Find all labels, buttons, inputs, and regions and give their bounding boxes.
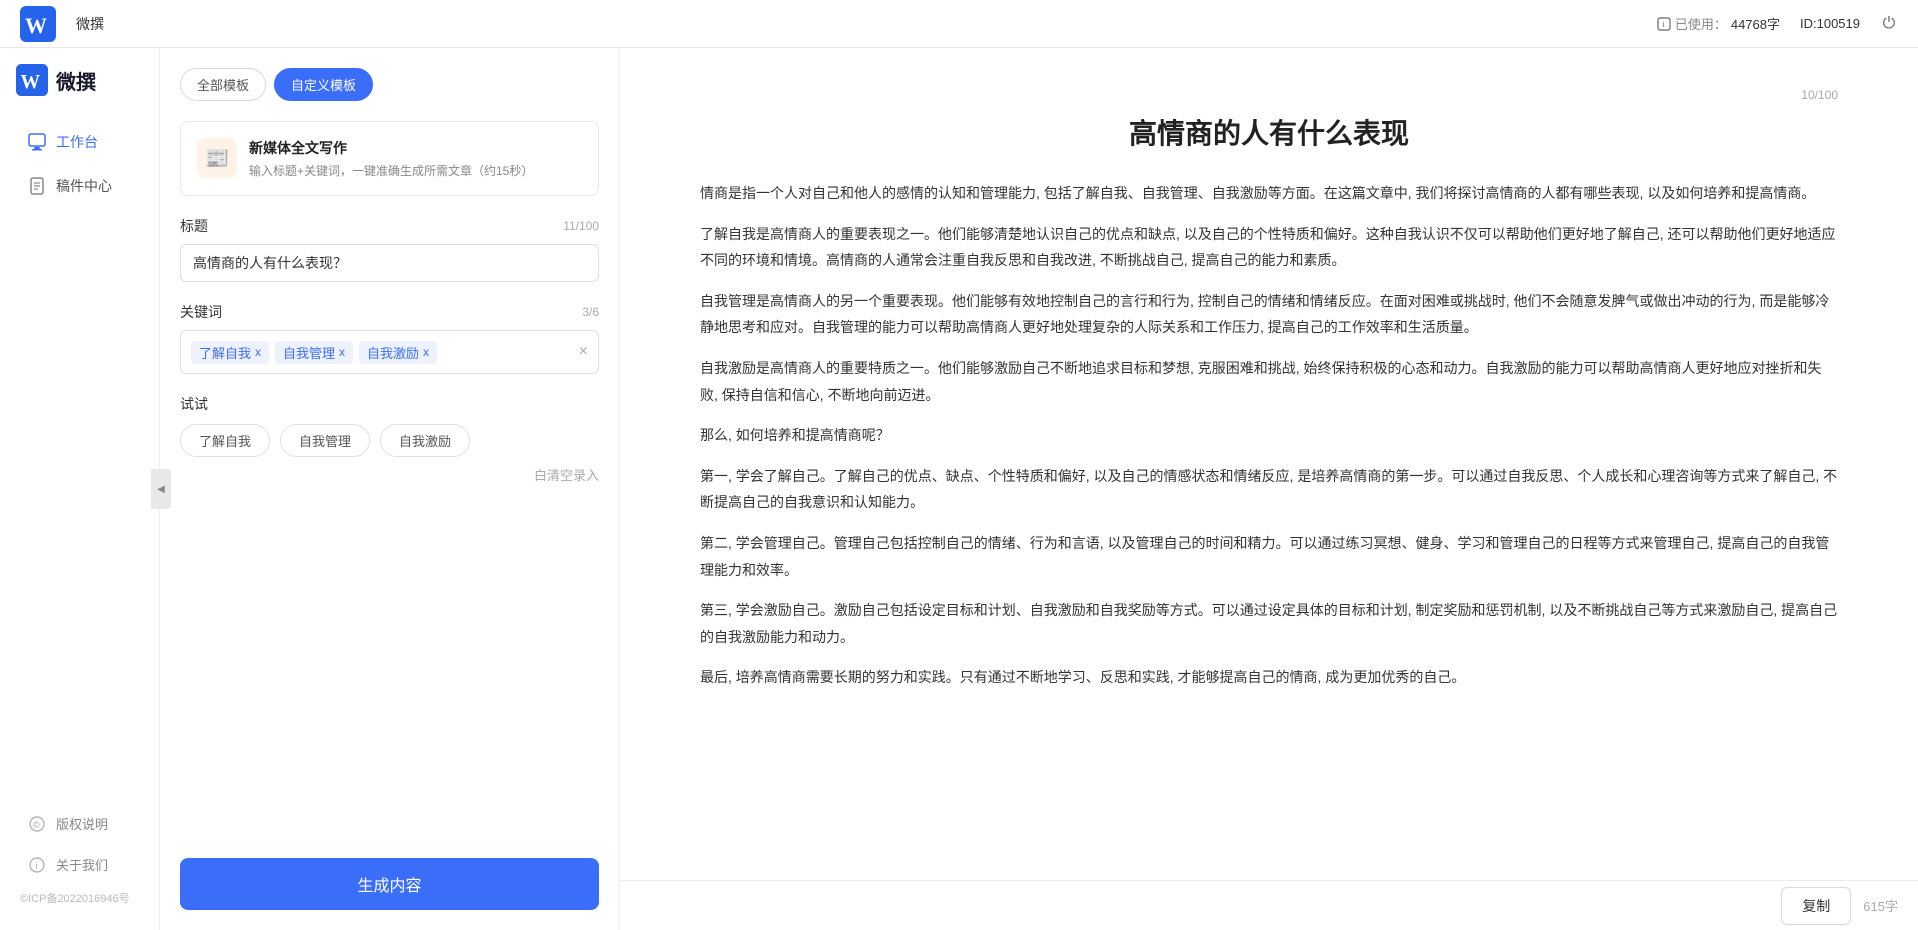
template-name: 新媒体全文写作 <box>249 138 582 158</box>
article-body: 情商是指一个人对自己和他人的感情的认知和管理能力, 包括了解自我、自我管理、自我… <box>700 180 1838 691</box>
keyword-tag-0[interactable]: 了解自我 x <box>191 341 269 364</box>
sidebar-item-about[interactable]: i 关于我们 <box>8 845 151 884</box>
copy-button[interactable]: 复制 <box>1781 887 1851 925</box>
article-container: 10/100 高情商的人有什么表现 情商是指一个人对自己和他人的感情的认知和管理… <box>620 48 1918 880</box>
keyword-tag-2[interactable]: 自我激励 x <box>359 341 437 364</box>
article-para-4: 那么, 如何培养和提高情商呢？ <box>700 422 1838 449</box>
try-tag-2[interactable]: 自我激励 <box>380 424 470 457</box>
keywords-label: 关键词 <box>180 302 222 322</box>
info-icon: i <box>1657 17 1671 31</box>
article-para-3: 自我激励是高情商人的重要特质之一。他们能够激励自己不断地追求目标和梦想, 克服困… <box>700 355 1838 408</box>
sidebar-logo-text: 微撰 <box>56 66 96 95</box>
title-counter: 11/100 <box>563 219 599 233</box>
topbar-app-name: 微撰 <box>76 14 104 34</box>
svg-text:i: i <box>36 861 38 871</box>
template-card-icon: 📰 <box>197 138 237 178</box>
collapse-icon: ◀ <box>157 484 165 495</box>
sidebar-item-workspace[interactable]: 工作台 <box>8 122 151 162</box>
tab-custom-templates[interactable]: 自定义模板 <box>274 68 373 101</box>
topbar-right: i 已使用： 44768字 ID:100519 ⏻ <box>1657 14 1898 33</box>
right-panel: 10/100 高情商的人有什么表现 情商是指一个人对自己和他人的感情的认知和管理… <box>620 48 1918 930</box>
keyword-remove-2[interactable]: x <box>423 345 429 359</box>
app-logo-icon: W <box>20 6 56 42</box>
main-layout: W 微撰 工作台 稿件中心 © 版权说明 <box>0 48 1918 930</box>
sidebar-item-drafts[interactable]: 稿件中心 <box>8 166 151 206</box>
sidebar-workspace-label: 工作台 <box>56 132 98 152</box>
try-tag-1[interactable]: 自我管理 <box>280 424 370 457</box>
workspace-icon <box>28 133 46 151</box>
power-button[interactable]: ⏻ <box>1880 15 1898 33</box>
drafts-icon <box>28 177 46 195</box>
about-icon: i <box>28 856 46 874</box>
keyword-text-1: 自我管理 <box>283 343 335 362</box>
keywords-box[interactable]: 了解自我 x 自我管理 x 自我激励 x × <box>180 330 599 374</box>
sidebar-drafts-label: 稿件中心 <box>56 176 112 196</box>
keywords-label-row: 关键词 3/6 <box>180 302 599 322</box>
sidebar-bottom: © 版权说明 i 关于我们 ©ICP备2022016946号 <box>0 802 159 914</box>
topbar-left: W 微撰 <box>20 6 104 42</box>
try-label: 试试 <box>180 394 599 414</box>
title-label: 标题 <box>180 216 208 236</box>
article-footer: 复制 615字 <box>620 880 1918 930</box>
generate-btn-wrap: 生成内容 <box>180 848 599 910</box>
try-section: 试试 了解自我 自我管理 自我激励 白清空录入 <box>180 394 599 484</box>
svg-text:W: W <box>25 13 47 38</box>
article-para-1: 了解自我是高情商人的重要表现之一。他们能够清楚地认识自己的优点和缺点, 以及自己… <box>700 221 1838 274</box>
article-para-5: 第一, 学会了解自己。了解自己的优点、缺点、个性特质和偏好, 以及自己的情感状态… <box>700 463 1838 516</box>
topbar: W 微撰 i 已使用： 44768字 ID:100519 ⏻ <box>0 0 1918 48</box>
usage-count: 44768字 <box>1731 14 1780 33</box>
sidebar-logo-icon: W <box>16 64 48 96</box>
article-para-7: 第三, 学会激励自己。激励自己包括设定目标和计划、自我激励和自我奖励等方式。可以… <box>700 597 1838 650</box>
content-area: 全部模板 自定义模板 📰 新媒体全文写作 输入标题+关键词，一键准确生成所需文章… <box>160 48 1918 930</box>
svg-text:i: i <box>1662 20 1665 29</box>
left-panel: 全部模板 自定义模板 📰 新媒体全文写作 输入标题+关键词，一键准确生成所需文章… <box>160 48 620 930</box>
sidebar: W 微撰 工作台 稿件中心 © 版权说明 <box>0 48 160 930</box>
title-input[interactable] <box>180 244 599 282</box>
sidebar-logo: W 微撰 <box>0 64 159 120</box>
tab-all-templates[interactable]: 全部模板 <box>180 68 266 101</box>
template-tabs: 全部模板 自定义模板 <box>180 68 599 101</box>
sidebar-icp: ©ICP备2022016946号 <box>0 886 159 906</box>
keywords-counter: 3/6 <box>582 305 599 319</box>
keyword-text-2: 自我激励 <box>367 343 419 362</box>
article-para-8: 最后, 培养高情商需要长期的努力和实践。只有通过不断地学习、反思和实践, 才能够… <box>700 664 1838 691</box>
keyword-text-0: 了解自我 <box>199 343 251 362</box>
keyword-remove-0[interactable]: x <box>255 345 261 359</box>
word-count: 615字 <box>1863 896 1898 915</box>
svg-text:W: W <box>20 72 40 93</box>
sidebar-copyright-label: 版权说明 <box>56 814 108 833</box>
svg-text:©: © <box>33 820 40 830</box>
generate-button[interactable]: 生成内容 <box>180 858 599 910</box>
user-id: ID:100519 <box>1800 16 1860 31</box>
sidebar-item-copyright[interactable]: © 版权说明 <box>8 804 151 843</box>
copyright-icon: © <box>28 815 46 833</box>
keyword-remove-1[interactable]: x <box>339 345 345 359</box>
try-tags: 了解自我 自我管理 自我激励 <box>180 424 599 457</box>
usage-label: 已使用： <box>1675 14 1727 33</box>
keyword-tag-1[interactable]: 自我管理 x <box>275 341 353 364</box>
article-para-2: 自我管理是高情商人的另一个重要表现。他们能够有效地控制自己的言行和行为, 控制自… <box>700 288 1838 341</box>
template-info: 新媒体全文写作 输入标题+关键词，一键准确生成所需文章（约15秒） <box>249 138 582 179</box>
title-label-row: 标题 11/100 <box>180 216 599 236</box>
keywords-clear-button[interactable]: × <box>579 344 588 360</box>
template-desc: 输入标题+关键词，一键准确生成所需文章（约15秒） <box>249 162 582 179</box>
article-title: 高情商的人有什么表现 <box>700 112 1838 152</box>
article-para-6: 第二, 学会管理自己。管理自己包括控制自己的情绪、行为和言语, 以及管理自己的时… <box>700 530 1838 583</box>
article-para-0: 情商是指一个人对自己和他人的感情的认知和管理能力, 包括了解自我、自我管理、自我… <box>700 180 1838 207</box>
template-card[interactable]: 📰 新媒体全文写作 输入标题+关键词，一键准确生成所需文章（约15秒） <box>180 121 599 196</box>
title-section: 标题 11/100 <box>180 216 599 282</box>
article-page-count: 10/100 <box>700 88 1838 102</box>
usage-info: i 已使用： 44768字 <box>1657 14 1780 33</box>
sidebar-about-label: 关于我们 <box>56 855 108 874</box>
sidebar-collapse-button[interactable]: ◀ <box>151 469 171 509</box>
try-tag-0[interactable]: 了解自我 <box>180 424 270 457</box>
keywords-section: 关键词 3/6 了解自我 x 自我管理 x 自我激励 x <box>180 302 599 374</box>
try-clear-button[interactable]: 白清空录入 <box>180 465 599 484</box>
